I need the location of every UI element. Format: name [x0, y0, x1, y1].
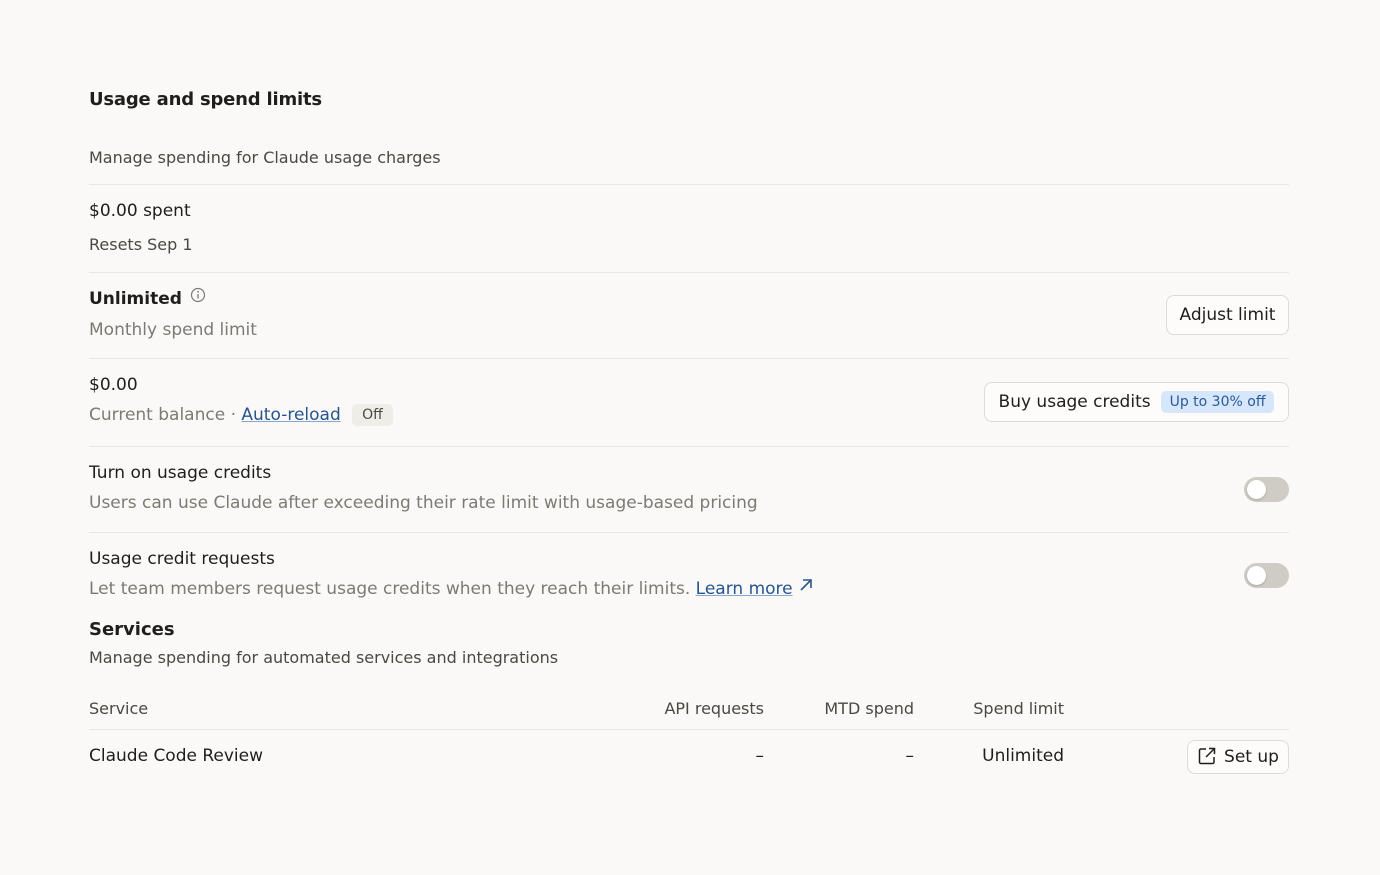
usage-credits-description: Users can use Claude after exceeding the…	[89, 493, 758, 513]
discount-badge: Up to 30% off	[1160, 391, 1275, 413]
mtd-spend-value: –	[905, 746, 915, 766]
divider	[89, 272, 1289, 273]
resets-date: Resets Sep 1	[89, 235, 193, 254]
credit-requests-description: Let team members request usage credits w…	[89, 579, 691, 599]
usage-credits-toggle[interactable]	[1244, 477, 1289, 502]
column-header-api-requests: API requests	[664, 699, 764, 718]
divider	[89, 446, 1289, 447]
set-up-button[interactable]: Set up	[1187, 740, 1289, 774]
balance-value: $0.00	[89, 375, 138, 395]
learn-more-link[interactable]: Learn more	[696, 579, 793, 599]
external-link-icon	[1197, 746, 1217, 771]
balance-description: Current balance	[89, 405, 226, 425]
spend-limit-value: Unlimited	[89, 289, 182, 309]
auto-reload-link[interactable]: Auto-reload	[241, 405, 340, 425]
credit-requests-row: Let team members request usage credits w…	[89, 579, 814, 599]
auto-reload-status-badge: Off	[352, 404, 393, 426]
spend-limit-value: Unlimited	[982, 746, 1064, 766]
external-arrow-icon[interactable]	[798, 577, 814, 598]
divider	[89, 532, 1289, 533]
column-header-spend-limit: Spend limit	[973, 699, 1064, 718]
credit-requests-toggle[interactable]	[1244, 563, 1289, 588]
column-header-mtd-spend: MTD spend	[824, 699, 914, 718]
info-icon[interactable]	[190, 287, 206, 308]
credit-requests-title: Usage credit requests	[89, 549, 275, 569]
separator: ·	[230, 405, 236, 425]
service-name: Claude Code Review	[89, 746, 264, 766]
page-title: Usage and spend limits	[89, 89, 322, 110]
buy-usage-credits-button[interactable]: Buy usage credits Up to 30% off	[984, 382, 1289, 422]
divider	[89, 729, 1289, 730]
services-subtitle: Manage spending for automated services a…	[89, 648, 559, 667]
spent-amount: $0.00 spent	[89, 201, 191, 221]
divider	[89, 358, 1289, 359]
column-header-service: Service	[89, 699, 149, 718]
services-title: Services	[89, 619, 175, 640]
spend-limit-description: Monthly spend limit	[89, 320, 257, 340]
toggle-knob	[1247, 480, 1266, 499]
set-up-label: Set up	[1224, 747, 1279, 767]
buy-usage-credits-label: Buy usage credits	[998, 392, 1151, 412]
api-requests-value: –	[755, 746, 765, 766]
page-subtitle: Manage spending for Claude usage charges	[89, 148, 441, 167]
divider	[89, 184, 1289, 185]
toggle-knob	[1247, 566, 1266, 585]
balance-row: Current balance · Auto-reload Off	[89, 404, 393, 426]
adjust-limit-button[interactable]: Adjust limit	[1166, 295, 1289, 335]
usage-credits-title: Turn on usage credits	[89, 463, 272, 483]
spend-limit-row: Unlimited	[89, 287, 206, 309]
